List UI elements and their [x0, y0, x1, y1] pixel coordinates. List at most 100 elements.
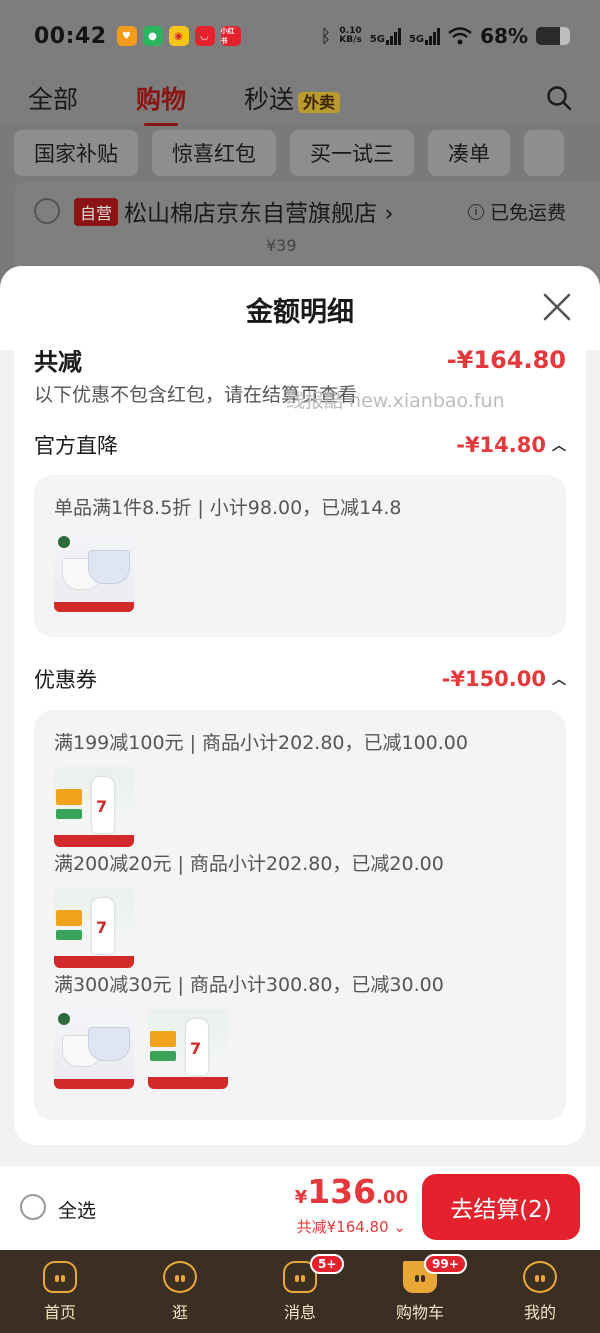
sheet-header: 金额明细 — [0, 266, 600, 350]
store-name-text: 松山棉店京东自营旗舰店 — [124, 201, 377, 227]
cart-badge: 99+ — [424, 1254, 467, 1274]
self-operated-tag: 自营 — [74, 198, 119, 226]
total-label: 共减 — [34, 350, 82, 376]
signal-type: 5G — [408, 33, 425, 45]
store-select-radio[interactable] — [34, 198, 60, 224]
chevron-down-icon: ⌄ — [393, 1218, 406, 1236]
signal-2: 5G — [408, 27, 441, 45]
profile-icon — [523, 1260, 557, 1293]
home-icon — [43, 1260, 77, 1293]
section-label: 优惠券 — [34, 668, 97, 692]
product-thumbs: 7 — [54, 767, 546, 847]
app-notification-icon: ◡ — [194, 26, 215, 46]
discount-line: 单品满1件8.5折 | 小计98.00，已减14.8 — [54, 497, 402, 519]
chevron-right-icon: › — [384, 201, 394, 227]
product-thumb-underwear[interactable] — [54, 1009, 134, 1089]
status-bar: 00:42 ♥ ● ◉ ◡ 小红书 ᛒ 0.10 KB/s 5G 5G 68% — [0, 0, 600, 72]
wifi-icon — [448, 27, 472, 45]
tab-label: 秒送 — [244, 85, 295, 114]
signal-type: 5G — [369, 33, 385, 45]
tab-instant-delivery[interactable]: 秒送 外卖 — [244, 80, 341, 116]
select-all-radio[interactable] — [20, 1194, 46, 1220]
top-nav: 全部 购物 秒送 外卖 — [0, 72, 600, 126]
shipping-text: 已免运费 — [489, 202, 566, 224]
tab-label: 我的 — [523, 1302, 556, 1322]
message-badge: 5+ — [310, 1254, 345, 1274]
tab-label: 消息 — [283, 1302, 316, 1322]
section-amount: -¥150.00 ︿ — [442, 667, 566, 691]
notification-icons: ♥ ● ◉ ◡ 小红书 — [116, 26, 241, 46]
saved-amount-toggle[interactable]: 共减¥164.80 ⌄ — [297, 1216, 406, 1237]
coupon-line: 满300减30元 | 商品小计300.80，已减30.00 — [54, 974, 444, 996]
tab-browse[interactable]: 逛 — [120, 1250, 240, 1333]
filter-chips: 国家补贴 惊喜红包 买一试三 凑单 — [14, 130, 564, 176]
weibo-icon: ◉ — [168, 26, 189, 46]
section-label: 官方直降 — [34, 434, 118, 458]
info-icon: i — [467, 203, 484, 220]
tab-cart[interactable]: 99+ 购物车 — [360, 1250, 480, 1333]
section-amount-value: -¥14.80 — [456, 433, 546, 457]
section-amount-value: -¥150.00 — [441, 667, 546, 691]
product-thumb-milk[interactable]: 7 — [54, 888, 134, 968]
tab-messages[interactable]: 5+ 消息 — [240, 1250, 360, 1333]
tab-me[interactable]: 我的 — [480, 1250, 600, 1333]
app-notification-icon: ♥ — [116, 26, 137, 46]
tab-label: 逛 — [171, 1302, 188, 1322]
product-thumb-milk[interactable]: 7 — [148, 1009, 228, 1089]
chip-more[interactable] — [524, 130, 564, 176]
chevron-up-icon: ︿ — [552, 672, 566, 688]
chip-add-on[interactable]: 凑单 — [428, 130, 510, 176]
bottom-tab-bar: 首页 逛 5+ 消息 99+ 购物车 我的 — [0, 1250, 600, 1333]
tab-label: 购物车 — [395, 1302, 444, 1322]
coupons-panel: 满199减100元 | 商品小计202.80，已减100.00 7 满200减2… — [34, 710, 566, 1120]
tab-all[interactable]: 全部 — [28, 80, 78, 116]
net-speed: 0.10 KB/s — [339, 27, 361, 45]
product-thumb-milk[interactable]: 7 — [54, 767, 134, 847]
select-all-label[interactable]: 全选 — [58, 1196, 96, 1223]
store-name[interactable]: 松山棉店京东自营旗舰店 › — [124, 194, 394, 228]
product-thumbs: 7 — [54, 1009, 546, 1089]
search-icon[interactable] — [546, 85, 572, 111]
tab-shopping[interactable]: 购物 — [136, 80, 186, 126]
checkout-bar: 全选 ¥ 136 .00 共减¥164.80 ⌄ 去结算(2) — [0, 1166, 600, 1250]
price-decimal: .00 — [376, 1187, 408, 1208]
coupon-line: 满199减100元 | 商品小计202.80，已减100.00 — [54, 732, 468, 754]
price-integer: 136 — [307, 1172, 377, 1211]
close-icon[interactable] — [542, 292, 572, 322]
official-discount-panel: 单品满1件8.5折 | 小计98.00，已减14.8 — [34, 475, 566, 637]
coupon-line: 满200减20元 | 商品小计202.80，已减20.00 — [54, 853, 444, 875]
product-thumbs: 7 — [54, 888, 546, 968]
battery-icon — [536, 27, 570, 45]
browse-icon — [163, 1260, 197, 1293]
tab-home[interactable]: 首页 — [0, 1250, 120, 1333]
product-thumb-underwear[interactable] — [54, 532, 134, 612]
takeout-badge: 外卖 — [298, 92, 341, 113]
checkout-button[interactable]: 去结算(2) — [422, 1174, 580, 1240]
section-amount: -¥14.80 ︿ — [456, 433, 566, 457]
total-price: ¥ 136 .00 — [295, 1172, 408, 1211]
app-notification-icon: ● — [142, 26, 163, 46]
chip-buy-one-try-three[interactable]: 买一试三 — [290, 130, 414, 176]
section-coupons[interactable]: 优惠券 -¥150.00 ︿ — [34, 664, 566, 694]
signal-1: 5G — [369, 27, 401, 45]
sheet-title: 金额明细 — [246, 297, 354, 328]
currency-symbol: ¥ — [294, 1187, 308, 1208]
shipping-info[interactable]: i 已免运费 — [467, 198, 566, 225]
clock: 00:42 — [34, 23, 107, 49]
product-thumbs — [54, 532, 546, 612]
signal-bars-icon — [425, 27, 441, 45]
chip-surprise-redpacket[interactable]: 惊喜红包 — [152, 130, 276, 176]
xiaohongshu-icon: 小红书 — [220, 26, 241, 46]
section-official-discount[interactable]: 官方直降 -¥14.80 ︿ — [34, 430, 566, 460]
battery-percent: 68% — [480, 24, 528, 48]
detail-content: 共减 -¥164.80 以下优惠不包含红包，请在结算页查看 线报酷 new.xi… — [14, 350, 586, 1145]
net-speed-unit: KB/s — [339, 35, 362, 45]
total-amount: -¥164.80 — [446, 350, 566, 374]
tab-label: 首页 — [43, 1302, 76, 1322]
saved-amount: 共减¥164.80 — [296, 1218, 389, 1236]
watermark: 线报酷 new.xianbao.fun — [286, 390, 505, 412]
item-price: ¥39 — [266, 236, 297, 255]
signal-bars-icon — [385, 27, 401, 45]
bluetooth-icon: ᛒ — [320, 25, 332, 47]
chip-national-subsidy[interactable]: 国家补贴 — [14, 130, 138, 176]
